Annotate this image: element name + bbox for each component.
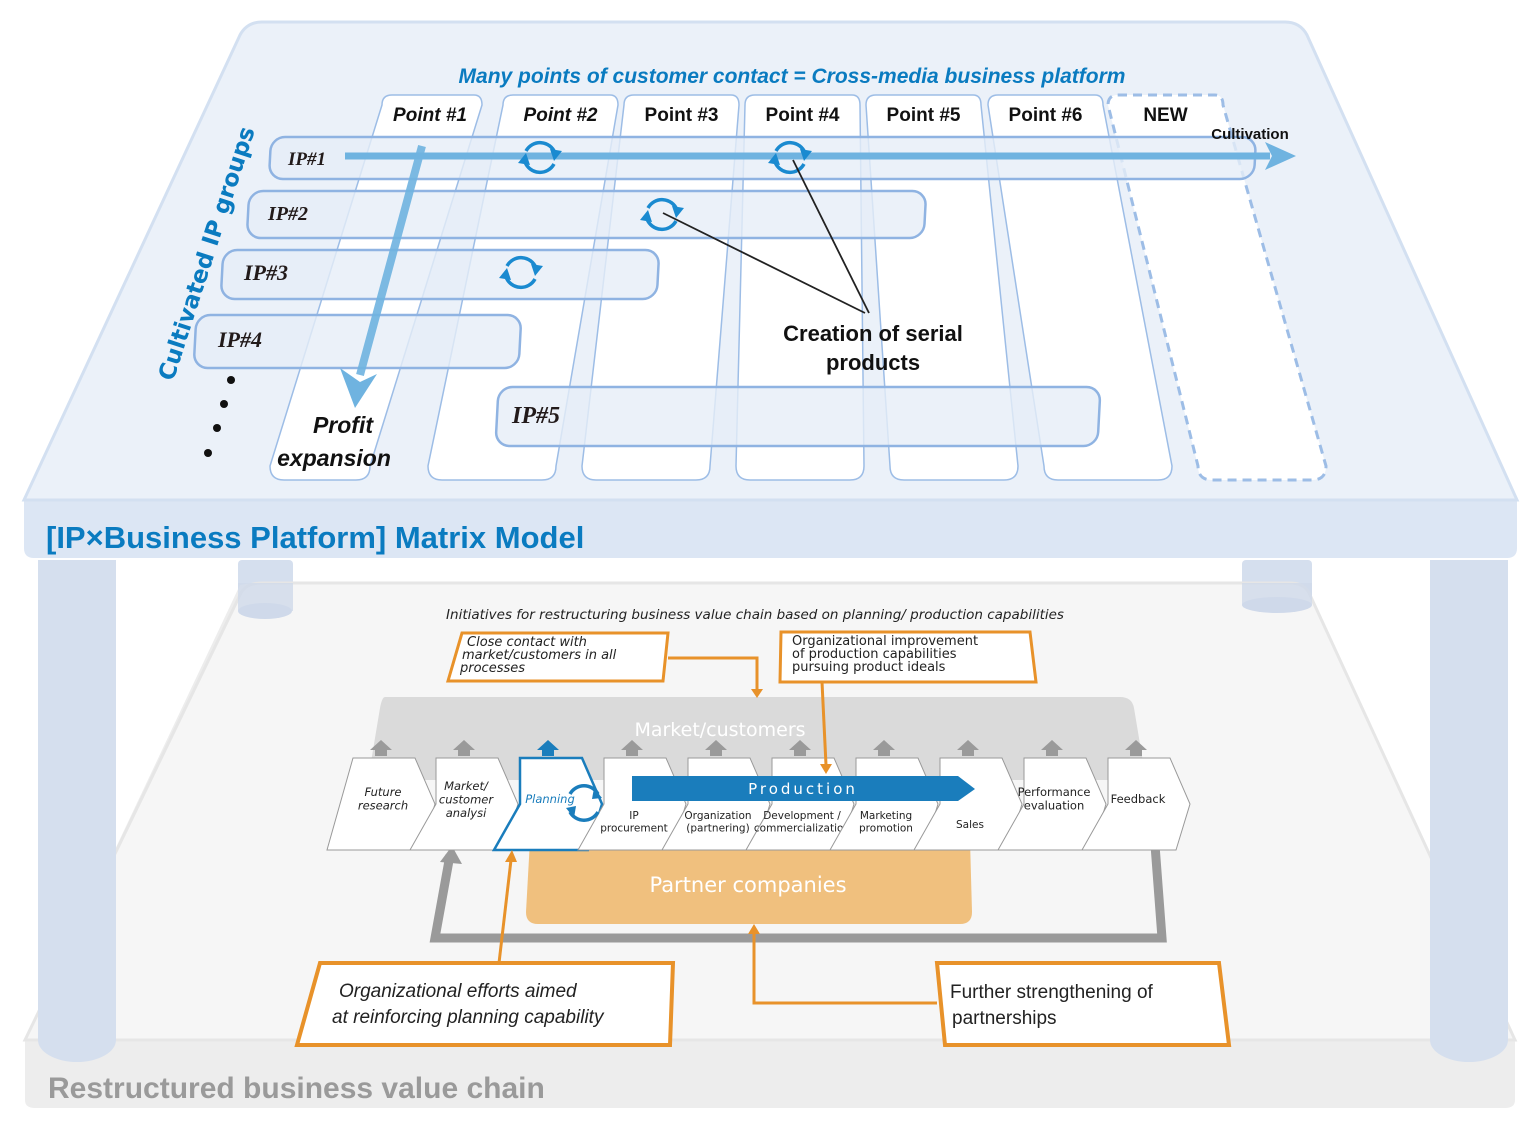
serial-label-line1: Creation of serial — [783, 321, 963, 346]
value-chain-step-label: Performance — [1018, 785, 1091, 799]
ip-row-label: IP#1 — [287, 149, 326, 170]
ip-row-label: IP#4 — [217, 327, 262, 352]
profit-label-line1: Profit — [313, 412, 374, 438]
column-point-label: Point #1 — [393, 105, 467, 126]
production-label: Production — [748, 780, 858, 798]
top-platform-title: [IP×Business Platform] Matrix Model — [46, 520, 584, 555]
diagram-stage: Restructured business value chain Initia… — [0, 0, 1540, 1130]
ip-row-label: IP#3 — [243, 260, 288, 285]
value-chain-step-label: customer — [439, 793, 494, 807]
leg-front-right — [1430, 560, 1508, 1040]
bottom-subtitle: Initiatives for restructuring business v… — [446, 607, 1064, 623]
callout-partnerships-line2: partnerships — [952, 1008, 1057, 1029]
column-point-label: Point #2 — [524, 105, 598, 126]
top-platform: [IP×Business Platform] Matrix Model Many… — [21, 20, 1520, 558]
column-point-label: Point #4 — [766, 105, 840, 126]
leg-back-left-foot — [238, 603, 292, 619]
value-chain-step-label: Future — [364, 785, 401, 799]
leg-back-right-foot — [1242, 597, 1312, 613]
column-point-label: Point #6 — [1009, 105, 1083, 126]
profit-label-line2: expansion — [277, 445, 391, 471]
diagram-canvas: Restructured business value chain Initia… — [21, 20, 1520, 1108]
partner-companies-label: Partner companies — [649, 873, 846, 897]
value-chain-step-label: research — [358, 799, 408, 813]
value-chain-step-label: (partnering) — [686, 823, 749, 835]
value-chain-step-label: IP — [629, 810, 638, 822]
callout-planning-efforts-line1: Organizational efforts aimed — [339, 981, 578, 1002]
serial-label-line2: products — [826, 350, 920, 375]
value-chain-step-label: commercialization — [754, 823, 850, 835]
ip-row-2 — [246, 189, 927, 240]
value-chain-step-label: Organization — [684, 810, 751, 822]
bottom-platform: Restructured business value chain Initia… — [22, 560, 1518, 1108]
value-chain-step-label: Feedback — [1111, 792, 1166, 806]
top-headline: Many points of customer contact = Cross-… — [459, 65, 1126, 88]
value-chain-step-label: Market/ — [444, 779, 489, 793]
column-point-label: Point #5 — [887, 105, 961, 126]
cultivation-label: Cultivation — [1211, 126, 1289, 143]
ip-row-label: IP#5 — [511, 403, 560, 429]
leg-front-left-foot — [38, 1018, 116, 1062]
value-chain-step-label: procurement — [600, 823, 668, 835]
value-chain-step-label: analysi — [446, 806, 487, 820]
callout-partnerships-line1: Further strengthening of — [950, 982, 1154, 1003]
ip-row-label: IP#2 — [267, 203, 308, 225]
value-chain-step-label: evaluation — [1024, 799, 1085, 813]
value-chain-step-label: Sales — [956, 819, 984, 831]
value-chain-step-label: promotion — [859, 823, 913, 835]
callout-planning-efforts-line2: at reinforcing planning capability — [332, 1007, 605, 1028]
callout-org-improvement-line3: pursuing product ideals — [792, 660, 946, 675]
value-chain-step-label: Development / — [763, 810, 841, 822]
ip-row-5 — [494, 385, 1102, 448]
column-new-label: NEW — [1143, 105, 1187, 126]
leg-front-left — [38, 560, 116, 1040]
bottom-platform-title: Restructured business value chain — [48, 1072, 545, 1105]
leg-front-right-foot — [1430, 1018, 1508, 1062]
callout-close-contact-line3: processes — [459, 661, 525, 676]
value-chain-step-label: Marketing — [860, 810, 912, 822]
value-chain-step-label: Planning — [525, 792, 575, 806]
market-customers-label: Market/customers — [634, 719, 805, 741]
column-point-label: Point #3 — [645, 105, 719, 126]
